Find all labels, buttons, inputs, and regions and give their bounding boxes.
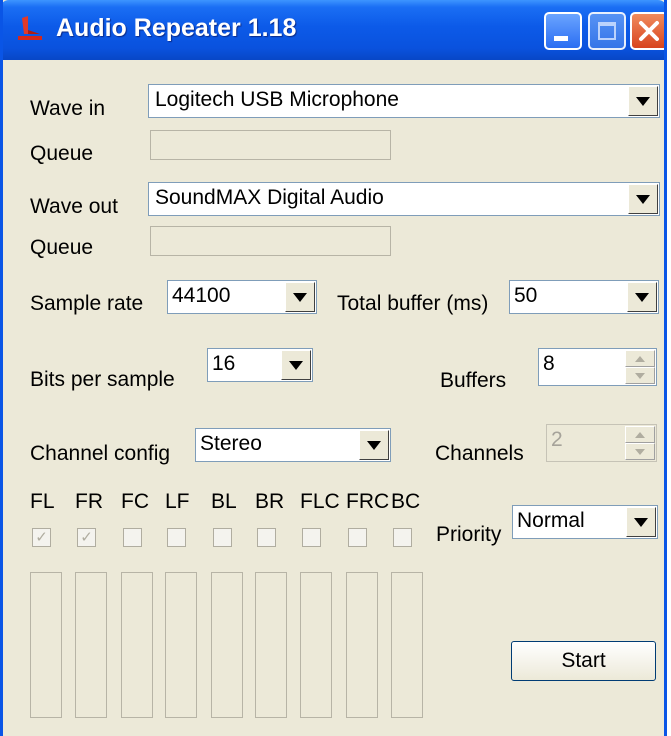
spin-up-icon[interactable] [625,350,655,367]
level-meter-flc [300,572,332,718]
level-meter-bl [211,572,243,718]
priority-label: Priority [436,523,502,546]
speaker-checkbox-flc[interactable] [302,528,321,547]
chevron-down-icon[interactable] [628,86,658,116]
chevron-down-icon[interactable] [285,282,315,312]
chevron-down-icon[interactable] [359,430,389,460]
speaker-checkbox-fr[interactable]: ✓ [77,528,96,547]
priority-value: Normal [517,509,585,532]
close-button[interactable] [630,12,664,50]
speaker-label-bc: BC [391,490,421,513]
channels-label: Channels [435,442,524,465]
chevron-down-icon[interactable] [627,282,657,312]
wave-in-label: Wave in [30,97,106,120]
priority-select[interactable]: Normal [512,505,658,539]
speaker-label-fl: FL [30,490,55,513]
speaker-app-icon [18,16,42,40]
wave-in-value: Logitech USB Microphone [155,88,399,111]
level-meter-frc [346,572,378,718]
speaker-checkbox-lf[interactable] [167,528,186,547]
bits-per-sample-select[interactable]: 16 [207,348,313,382]
level-meter-fc [121,572,153,718]
sample-rate-label: Sample rate [30,292,144,315]
speaker-checkbox-frc[interactable] [348,528,367,547]
speaker-checkbox-bc[interactable] [393,528,412,547]
check-icon: ✓ [80,528,93,546]
chevron-down-icon[interactable] [281,350,311,380]
chevron-down-icon[interactable] [626,507,656,537]
level-meter-bc [391,572,423,718]
speaker-checkbox-br[interactable] [257,528,276,547]
minimize-icon [554,36,568,41]
sample-rate-value: 44100 [172,284,231,307]
wave-out-label: Wave out [30,195,118,218]
sample-rate-select[interactable]: 44100 [167,280,317,314]
speaker-label-bl: BL [211,490,237,513]
level-meter-fl [30,572,62,718]
wave-out-select[interactable]: SoundMAX Digital Audio [148,182,660,216]
wave-out-queue-bar [150,226,391,256]
wave-out-value: SoundMAX Digital Audio [155,186,384,209]
level-meter-br [255,572,287,718]
speaker-checkbox-fl[interactable]: ✓ [32,528,51,547]
main-window: Audio Repeater 1.18 Wave in Logitech USB… [0,0,667,736]
channel-config-value: Stereo [200,432,262,455]
speaker-label-lf: LF [165,490,190,513]
wave-in-queue-bar [150,130,391,160]
channels-spinner[interactable]: 2 [546,424,657,462]
bits-per-sample-value: 16 [212,352,236,375]
check-icon: ✓ [35,528,48,546]
close-icon [639,21,659,41]
speaker-checkbox-bl[interactable] [213,528,232,547]
title-bar[interactable]: Audio Repeater 1.18 [3,0,664,60]
buffers-spinner[interactable]: 8 [538,348,657,386]
spin-down-icon[interactable] [625,443,655,460]
speaker-label-br: BR [255,490,285,513]
start-button[interactable]: Start [511,641,656,681]
wave-in-queue-label: Queue [30,142,94,165]
speaker-checkbox-fc[interactable] [123,528,142,547]
wave-in-select[interactable]: Logitech USB Microphone [148,84,660,118]
buffers-value: 8 [543,352,555,375]
spin-down-icon[interactable] [625,367,655,384]
channel-config-select[interactable]: Stereo [195,428,391,462]
speaker-label-fc: FC [121,490,149,513]
channel-config-label: Channel config [30,442,171,465]
speaker-label-flc: FLC [300,490,340,513]
minimize-button[interactable] [544,12,582,50]
wave-out-queue-label: Queue [30,236,94,259]
channels-value: 2 [551,428,563,451]
maximize-icon [598,22,616,40]
total-buffer-value: 50 [514,284,538,307]
chevron-down-icon[interactable] [628,184,658,214]
bits-per-sample-label: Bits per sample [30,368,175,391]
total-buffer-select[interactable]: 50 [509,280,659,314]
speaker-label-fr: FR [75,490,103,513]
spin-up-icon[interactable] [625,426,655,443]
level-meter-fr [75,572,107,718]
total-buffer-label: Total buffer (ms) [337,292,489,315]
speaker-label-frc: FRC [346,490,390,513]
maximize-button[interactable] [588,12,626,50]
level-meter-lf [165,572,197,718]
window-title: Audio Repeater 1.18 [56,14,297,42]
buffers-label: Buffers [440,369,507,392]
